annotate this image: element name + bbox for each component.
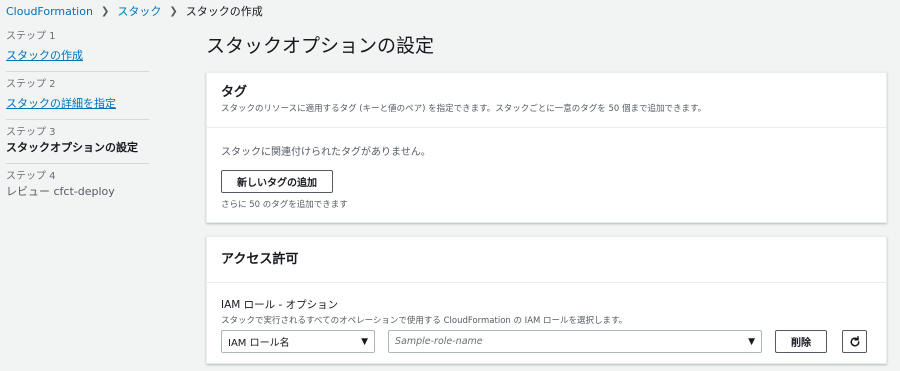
refresh-button[interactable] [842,330,867,353]
step-link-specify-details[interactable]: スタックの詳細を指定 [6,97,116,110]
permissions-panel-body: IAM ロール - オプション スタックで実行されるすべてのオペレーションで使用… [207,283,886,365]
tags-panel: タグ スタックのリソースに適用するタグ (キーと値のペア) を指定できます。スタ… [206,72,887,223]
permissions-panel: アクセス許可 IAM ロール - オプション スタックで実行されるすべてのオペレ… [206,236,887,364]
permissions-title: アクセス許可 [221,252,299,267]
tags-description: スタックのリソースに適用するタグ (キーと値のペア) を指定できます。スタックご… [221,104,707,114]
iam-role-type-value: IAM ロール名 [228,338,290,349]
tags-limit-hint: さらに 50 のタグを追加できます [221,200,348,210]
tags-title: タグ [221,85,248,100]
caret-down-icon: ▼ [748,336,755,347]
breadcrumb: CloudFormation ❯ スタック ❯ スタックの作成 [6,3,263,19]
step-current-configure-options: スタックオプションの設定 [6,141,138,154]
iam-role-name-placeholder: Sample-role-name [395,336,483,347]
chevron-right-icon: ❯ [100,5,110,17]
step-number: ステップ 2 [6,79,56,90]
step-number: ステップ 4 [6,171,56,182]
breadcrumb-link-cloudformation[interactable]: CloudFormation [6,5,93,18]
breadcrumb-link-stacks[interactable]: スタック [117,3,161,19]
iam-role-type-select[interactable]: IAM ロール名 ▼ [221,330,375,353]
iam-role-label: IAM ロール - オプション [221,299,339,311]
tags-panel-body: スタックに関連付けられたタグがありません。 新しいタグの追加 さらに 50 のタ… [207,128,886,222]
iam-role-row: IAM ロール名 ▼ Sample-role-name ▼ 削除 [221,330,872,353]
step-4: ステップ 4 レビュー cfct-deploy [6,164,149,207]
refresh-icon [850,335,859,346]
page-title: スタックオプションの設定 [206,35,435,57]
step-number: ステップ 1 [6,31,56,42]
step-2: ステップ 2 スタックの詳細を指定 [6,72,149,120]
tags-panel-header: タグ スタックのリソースに適用するタグ (キーと値のペア) を指定できます。スタ… [207,73,886,128]
step-number: ステップ 3 [6,127,56,138]
iam-role-description: スタックで実行されるすべてのオペレーションで使用する CloudFormatio… [221,316,628,326]
caret-down-icon: ▼ [361,336,368,347]
permissions-panel-header: アクセス許可 [207,237,886,283]
step-1: ステップ 1 スタックの作成 [6,24,149,72]
breadcrumb-current: スタックの作成 [185,5,263,18]
delete-role-button[interactable]: 削除 [775,330,827,353]
step-review: レビュー cfct-deploy [6,185,115,198]
wizard-steps: ステップ 1 スタックの作成 ステップ 2 スタックの詳細を指定 ステップ 3 … [6,24,149,207]
chevron-right-icon: ❯ [169,5,178,17]
tags-empty-text: スタックに関連付けられたタグがありません。 [221,147,431,158]
step-3: ステップ 3 スタックオプションの設定 [6,120,149,164]
iam-role-name-select[interactable]: Sample-role-name ▼ [388,330,762,353]
step-link-create-stack[interactable]: スタックの作成 [6,49,83,62]
add-tag-button[interactable]: 新しいタグの追加 [221,170,333,193]
